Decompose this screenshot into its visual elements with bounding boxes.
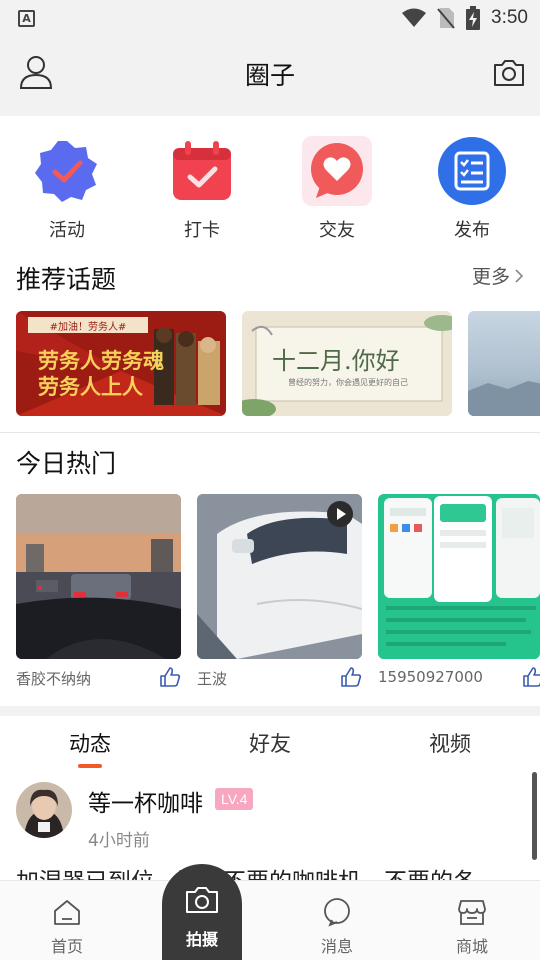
post-timestamp: 4小时前 — [88, 831, 150, 851]
topic-banner-tag: #加油！劳务人# — [49, 322, 127, 333]
topic-card[interactable]: #加油！劳务人# 劳务人劳务魂 劳务人上人 — [16, 311, 226, 416]
thumbs-up-icon[interactable] — [159, 666, 181, 688]
quick-action-label: 活动 — [49, 220, 85, 241]
nav-store[interactable]: 商城 — [432, 897, 512, 957]
topic-card[interactable] — [468, 311, 540, 416]
nav-label: 商城 — [455, 937, 488, 956]
bottom-nav: 首页 消息 商城 — [0, 880, 540, 960]
nav-home[interactable]: 首页 — [27, 897, 107, 957]
hot-item-author: 香胶不纳纳 — [16, 670, 92, 688]
more-topics-link[interactable]: 更多 — [472, 262, 524, 289]
topic-headline: 十二月.你好 — [272, 347, 400, 375]
topic-banner-image — [468, 381, 540, 416]
no-sim-icon — [437, 8, 455, 29]
hot-item-author: 15950927000 — [378, 668, 483, 686]
nav-label: 拍摄 — [185, 930, 218, 949]
quick-action-publish[interactable]: 发布 — [417, 136, 527, 242]
scrollbar[interactable] — [532, 772, 537, 860]
quick-action-activity[interactable]: 活动 — [12, 136, 122, 242]
nav-label: 消息 — [320, 937, 353, 956]
quick-action-label: 打卡 — [184, 220, 220, 241]
clock: 3:50 — [491, 7, 528, 28]
section-title-hot: 今日热门 — [16, 449, 117, 478]
hot-item-meta: 15950927000 — [378, 666, 540, 690]
topic-card[interactable]: 十二月.你好 曾经的努力，你会遇见更好的自己 — [242, 311, 452, 416]
avatar[interactable] — [16, 782, 72, 838]
app-notification-icon: A — [18, 10, 35, 27]
home-icon — [54, 900, 80, 925]
shoot-button[interactable]: 拍摄 — [162, 864, 242, 960]
topic-subline: 曾经的努力，你会遇见更好的自己 — [288, 378, 408, 387]
wifi-icon — [402, 8, 427, 27]
hot-item-image[interactable] — [16, 494, 181, 659]
topic-headline: 劳务人上人 — [38, 375, 143, 399]
quick-action-label: 发布 — [454, 220, 490, 241]
level-badge: LV.4 — [215, 788, 254, 810]
traffic-photo — [16, 494, 181, 659]
quick-actions: 活动 打卡 交友 发布 — [0, 136, 540, 246]
checklist-icon — [438, 137, 506, 205]
battery-charging-icon — [466, 6, 481, 30]
quick-action-friends[interactable]: 交友 — [282, 136, 392, 242]
heart-chat-icon — [302, 136, 372, 206]
hot-item-meta: 王波 — [197, 666, 362, 690]
section-divider — [0, 432, 540, 433]
message-icon — [324, 898, 350, 927]
status-indicators: 3:50 — [401, 6, 528, 30]
calendar-check-icon — [173, 141, 231, 200]
chevron-right-icon — [515, 268, 524, 283]
feed-tabs: 动态 好友 视频 — [0, 718, 540, 770]
nav-label: 首页 — [50, 937, 83, 956]
hot-item-image[interactable] — [378, 494, 540, 659]
hot-item-video[interactable] — [197, 494, 362, 659]
badge-check-icon — [35, 141, 97, 202]
more-label: 更多 — [471, 266, 510, 288]
hot-item-author: 王波 — [197, 670, 228, 688]
app-header: 圈子 — [0, 36, 540, 116]
nav-messages[interactable]: 消息 — [297, 897, 377, 957]
tab-friends[interactable]: 好友 — [220, 728, 320, 758]
active-tab-indicator — [78, 764, 102, 768]
thumbs-up-icon[interactable] — [340, 666, 362, 688]
section-title-topics: 推荐话题 — [16, 265, 117, 294]
page-title: 圈子 — [244, 61, 295, 90]
quick-action-label: 交友 — [319, 220, 355, 241]
tab-dynamic[interactable]: 动态 — [40, 728, 140, 758]
status-bar: A 3:50 — [0, 0, 540, 36]
thumbs-up-icon[interactable] — [522, 666, 540, 688]
tab-videos[interactable]: 视频 — [400, 728, 500, 758]
hot-item-meta: 香胶不纳纳 — [16, 666, 181, 690]
store-icon — [458, 900, 486, 925]
section-divider — [0, 706, 540, 716]
avatar-photo — [16, 782, 72, 838]
camera-icon[interactable] — [492, 56, 526, 90]
camera-icon — [186, 887, 218, 913]
quick-action-checkin[interactable]: 打卡 — [147, 136, 257, 242]
app-screens-photo — [378, 494, 540, 659]
play-icon — [327, 501, 353, 527]
post-author-name[interactable]: 等一杯咖啡 — [88, 784, 203, 818]
